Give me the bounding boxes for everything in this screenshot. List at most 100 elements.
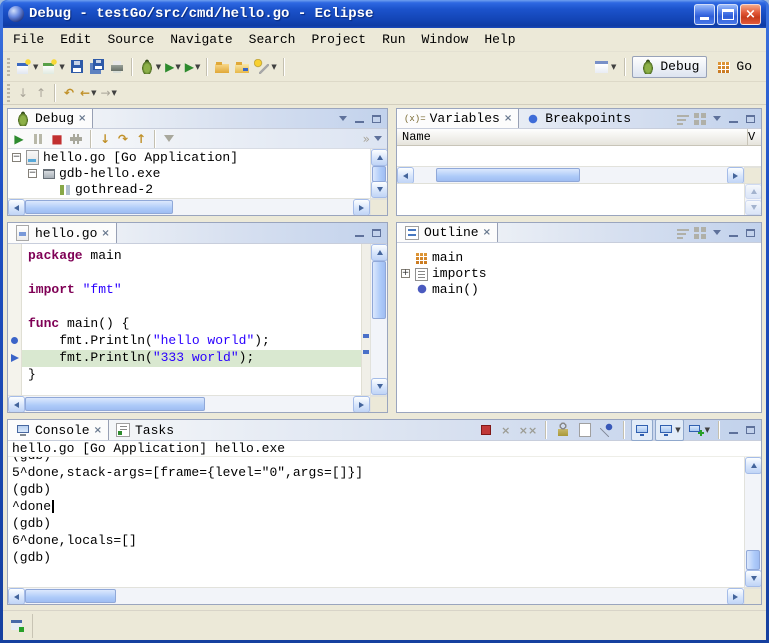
console-list-button[interactable]: ▼ [655,419,683,441]
scroll-down-icon[interactable] [371,181,387,198]
maximize-button[interactable] [717,4,738,25]
terminate-button[interactable]: ■ [48,130,66,148]
search-button[interactable]: ▼ [252,56,278,78]
menu-navigate[interactable]: Navigate [162,30,240,49]
maximize-view-icon[interactable] [369,226,384,241]
minimize-view-icon[interactable] [726,423,741,438]
scrollbar-thumb[interactable] [372,261,386,319]
detail-vertical-scrollbar[interactable] [744,184,761,215]
terminate-button[interactable] [477,419,495,441]
menu-help[interactable]: Help [476,30,523,49]
suspend-button[interactable] [28,130,48,148]
scroll-right-icon[interactable] [727,167,744,184]
maximize-view-icon[interactable] [743,225,758,240]
scroll-down-icon[interactable] [745,200,762,215]
annotation-tick[interactable] [363,334,369,338]
tree-row[interactable]: gothread-2 [8,181,370,197]
open-console-button[interactable]: ▼ [686,419,712,441]
scroll-down-icon[interactable] [745,570,762,587]
scroll-up-icon[interactable] [745,184,762,199]
console-vertical-scrollbar[interactable] [744,457,761,587]
menu-source[interactable]: Source [99,30,162,49]
scroll-lock-button[interactable] [553,419,573,441]
scroll-left-icon[interactable] [8,199,25,216]
close-icon[interactable]: × [78,113,86,124]
chevron-down-icon[interactable]: ▼ [705,426,710,434]
tree-row[interactable]: main [397,249,761,265]
minimize-view-icon[interactable] [352,111,367,126]
expand-icon[interactable]: + [401,269,410,278]
tab-tasks[interactable]: Tasks [109,420,180,440]
disconnect-button[interactable] [66,130,86,148]
tab-debug[interactable]: Debug × [8,109,93,128]
column-value[interactable]: V [748,129,761,145]
scrollbar-thumb[interactable] [25,589,116,603]
scroll-right-icon[interactable] [353,396,370,413]
console-output[interactable]: (gdb) 5^done,stack-args=[frame={level="0… [8,457,744,587]
print-button[interactable] [107,56,127,78]
editor-vertical-scrollbar[interactable] [370,244,387,395]
view-menu-icon[interactable] [335,111,350,126]
remove-launch-button[interactable]: × [497,419,515,441]
step-filters-button[interactable] [160,130,178,148]
menu-window[interactable]: Window [414,30,477,49]
step-into-button[interactable]: ↓ [96,130,114,148]
chevron-down-icon[interactable]: ▼ [611,63,616,71]
external-tools-button[interactable]: ▶▼ [183,56,203,78]
pin-console-button[interactable] [597,419,617,441]
debug-horizontal-scrollbar[interactable] [8,198,387,215]
sort-icon[interactable] [675,225,690,240]
variables-tree[interactable] [397,146,761,166]
menu-file[interactable]: File [5,30,52,49]
tree-row[interactable]: − hello.go [Go Application] [8,149,370,165]
column-name[interactable]: Name [397,129,748,145]
new-go-element-button[interactable]: ▼ [40,56,66,78]
collapse-icon[interactable]: − [12,153,21,162]
menu-search[interactable]: Search [241,30,304,49]
minimize-view-icon[interactable] [352,226,367,241]
tree-row[interactable]: main() [397,281,761,297]
scrollbar-thumb[interactable] [372,166,386,182]
view-menu-icon[interactable] [709,225,724,240]
clear-console-button[interactable] [575,419,595,441]
step-over-button[interactable]: ↷ [114,130,132,148]
tab-console[interactable]: Console × [8,420,109,440]
display-selected-console-button[interactable] [631,419,653,441]
toolbar-grip[interactable] [7,58,10,76]
remove-all-launches-button[interactable]: ×× [517,419,539,441]
tree-row[interactable]: + imports [397,265,761,281]
chevron-down-icon[interactable]: ▼ [175,63,180,71]
chevron-down-icon[interactable]: ▼ [195,63,200,71]
variables-detail-pane[interactable] [397,183,761,215]
tab-outline[interactable]: Outline × [397,223,498,242]
close-icon[interactable]: × [483,227,491,238]
scrollbar-thumb[interactable] [746,550,760,570]
scrollbar-thumb[interactable] [25,200,173,214]
view-menu-icon[interactable] [709,111,724,126]
scrollbar-thumb[interactable] [25,397,205,411]
save-button[interactable] [67,56,87,78]
titlebar[interactable]: Debug - testGo/src/cmd/hello.go - Eclips… [3,0,766,28]
chevron-down-icon[interactable]: ▼ [112,89,117,97]
collapse-all-icon[interactable] [692,111,707,126]
chevron-down-icon[interactable]: ▼ [271,63,276,71]
editor-ruler[interactable] [8,244,22,395]
last-edit-location-button[interactable]: ↶ [60,82,78,104]
show-type-names-icon[interactable] [675,111,690,126]
breakpoint-icon[interactable] [11,337,18,344]
scroll-up-icon[interactable] [745,457,762,474]
scroll-right-icon[interactable] [353,199,370,216]
detail-text[interactable] [397,184,744,215]
filter-icon[interactable] [692,225,707,240]
code-area[interactable]: package main import "fmt" func main() { … [22,244,361,395]
chevron-down-icon[interactable]: ▼ [33,63,38,71]
minimize-view-icon[interactable] [726,225,741,240]
perspective-go-button[interactable]: Go [709,57,759,77]
close-button[interactable]: × [740,4,761,25]
maximize-view-icon[interactable] [743,111,758,126]
menu-edit[interactable]: Edit [52,30,99,49]
toolbar-overflow-icon[interactable]: » [363,133,370,145]
close-icon[interactable]: × [504,113,512,124]
chevron-down-icon[interactable]: ▼ [59,63,64,71]
back-button[interactable]: ←▼ [78,82,98,104]
